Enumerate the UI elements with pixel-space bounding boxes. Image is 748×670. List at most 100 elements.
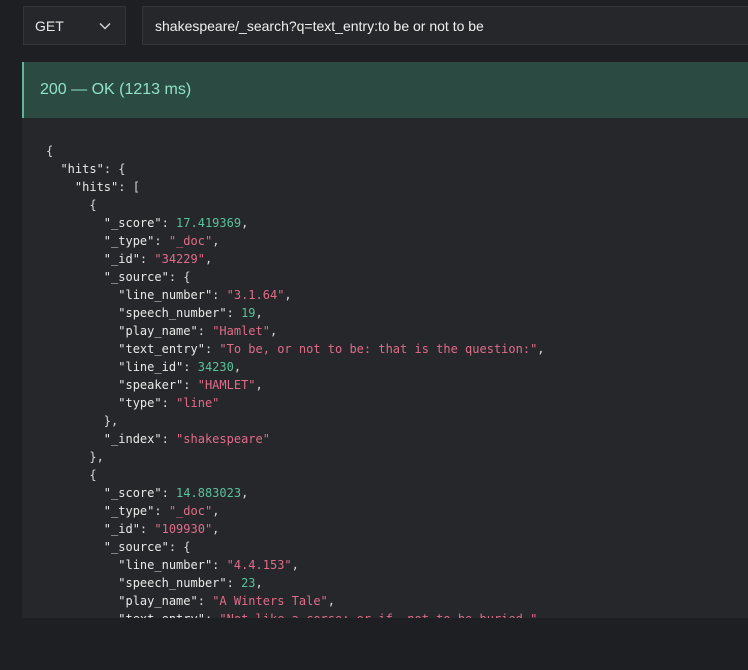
code-token: {: [46, 144, 54, 158]
code-token: "_doc": [168, 504, 213, 518]
code-token: "line": [176, 396, 220, 410]
code-token: "_index": [103, 432, 162, 446]
code-token: : {: [168, 540, 191, 554]
code-token: ,: [291, 558, 299, 572]
code-token: "play_name": [118, 324, 198, 338]
code-line: },: [46, 448, 545, 466]
code-token: "speech_number": [118, 306, 227, 320]
code-line: "hits": {: [46, 160, 545, 178]
code-token: ,: [255, 378, 263, 392]
code-token: "_doc": [168, 234, 213, 248]
code-line: "_id": "109930",: [46, 520, 545, 538]
code-line: "text_entry": "Not like a corse; or if, …: [46, 610, 544, 618]
code-token: ,: [269, 324, 278, 338]
code-token: :: [197, 324, 213, 338]
url-value: shakespeare/_search?q=text_entry:to be o…: [155, 17, 484, 34]
chevron-down-icon: [99, 22, 111, 30]
code-token: :: [139, 252, 155, 266]
code-token: 19: [241, 306, 256, 320]
code-line: "_score": 14.883023,: [46, 484, 545, 502]
code-line: "_score": 17.419369,: [46, 214, 545, 232]
code-token: "_type": [103, 504, 155, 518]
code-token: "A Winters Tale": [212, 594, 328, 608]
code-token: "speaker": [118, 378, 184, 392]
code-line: "play_name": "A Winters Tale",: [46, 592, 545, 610]
code-token: "HAMLET": [197, 378, 256, 392]
code-token: ,: [327, 594, 336, 608]
code-token: "shakespeare": [176, 432, 270, 446]
code-token: "_source": [103, 270, 169, 284]
code-line: "speech_number": 23,: [46, 574, 545, 592]
code-token: "_score": [103, 216, 162, 230]
code-token: "line_number": [118, 558, 213, 572]
code-line: "line_id": 34230,: [46, 358, 545, 376]
code-token: :: [161, 216, 177, 230]
code-token: "4.4.153": [226, 558, 292, 572]
code-line: {: [46, 196, 545, 214]
response-status-bar: 200 — OK (1213 ms): [22, 62, 748, 118]
code-token: ,: [204, 252, 213, 266]
code-token: : {: [103, 162, 126, 176]
code-token: "_source": [103, 540, 169, 554]
code-token: :: [226, 306, 242, 320]
code-token: ,: [255, 576, 263, 590]
code-line: "_index": "shakespeare": [46, 430, 545, 448]
code-token: ,: [537, 612, 544, 618]
code-token: :: [205, 612, 219, 618]
code-line: {: [46, 466, 545, 484]
code-token: ,: [284, 288, 292, 302]
code-line: "speech_number": 19,: [46, 304, 545, 322]
code-token: "34229": [154, 252, 205, 266]
code-token: :: [204, 342, 220, 356]
code-line: "play_name": "Hamlet",: [46, 322, 545, 340]
code-token: "play_name": [118, 594, 198, 608]
code-token: "line_id": [118, 360, 184, 374]
code-token: :: [183, 378, 198, 392]
code-token: "hits": [60, 162, 104, 176]
code-token: "speech_number": [118, 576, 227, 590]
code-token: "text_entry": [118, 612, 205, 618]
code-line: "text_entry": "To be, or not to be: that…: [46, 340, 544, 358]
code-token: 14.883023: [176, 486, 242, 500]
code-token: ,: [255, 306, 263, 320]
code-token: :: [161, 432, 177, 446]
code-token: "text_entry": [118, 342, 205, 356]
method-select[interactable]: GET: [23, 6, 126, 45]
code-token: :: [212, 558, 227, 572]
code-token: "hits": [74, 180, 119, 194]
response-body-panel[interactable]: { "hits": { "hits": [ { "_score": 17.419…: [22, 118, 748, 618]
code-token: 34230: [197, 360, 234, 374]
status-text: 200 — OK (1213 ms): [40, 81, 192, 98]
code-token: "To be, or not to be: that is the questi…: [219, 342, 538, 356]
code-token: },: [46, 414, 119, 428]
method-label: GET: [35, 17, 64, 34]
code-token: "type": [118, 396, 162, 410]
code-line: "hits": [: [46, 178, 545, 196]
code-line: "line_number": "3.1.64",: [46, 286, 545, 304]
code-line: "_source": {: [46, 268, 545, 286]
code-token: 23: [241, 576, 256, 590]
code-line: "_type": "_doc",: [46, 232, 545, 250]
url-input[interactable]: shakespeare/_search?q=text_entry:to be o…: [142, 6, 748, 45]
code-line: "_type": "_doc",: [46, 502, 545, 520]
code-token: :: [154, 234, 169, 248]
json-response: { "hits": { "hits": [ { "_score": 17.419…: [46, 142, 545, 618]
code-token: :: [226, 576, 242, 590]
